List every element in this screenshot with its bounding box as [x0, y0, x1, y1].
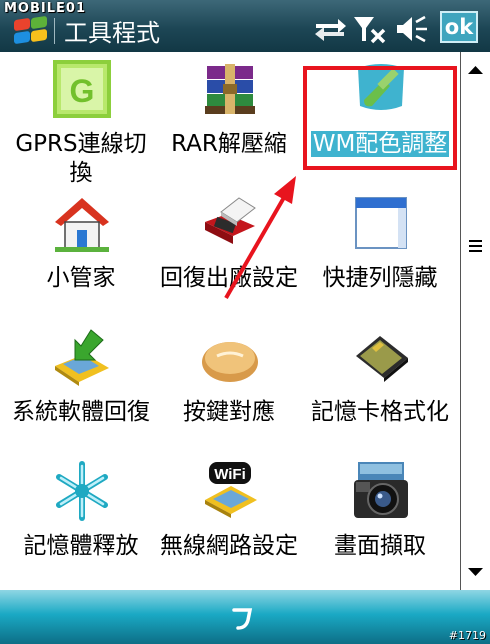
page-title: 工具程式	[64, 19, 160, 47]
app-item-free-memory[interactable]: 記憶體釋放	[6, 454, 156, 588]
volume-icon[interactable]	[394, 14, 430, 44]
install-arrow-icon	[55, 329, 109, 386]
app-label: 無線網路設定	[160, 533, 298, 559]
start-menu-icon[interactable]	[10, 15, 50, 47]
camera-icon	[354, 462, 408, 518]
house-icon	[55, 198, 109, 252]
signal-off-icon[interactable]	[352, 14, 388, 44]
app-item-key-mapping[interactable]: 按鍵對應	[154, 320, 304, 454]
sync-arrows-icon[interactable]	[312, 14, 348, 44]
image-id-label: #1719	[448, 629, 486, 642]
app-label: RAR解壓縮	[171, 131, 287, 157]
app-label: 快捷列隱藏	[322, 265, 438, 291]
app-item-factory-reset[interactable]: 回復出廠設定	[154, 186, 304, 320]
app-label: 按鍵對應	[183, 399, 275, 425]
window-icon	[355, 197, 407, 249]
svg-text:WiFi: WiFi	[214, 466, 246, 483]
wifi-icon: WiFi	[205, 462, 257, 518]
bottom-softkey-bar: #1719	[0, 590, 490, 644]
app-item-system-restore[interactable]: 系統軟體回復	[6, 320, 156, 454]
memory-card-icon	[356, 336, 408, 382]
gprs-g-icon: G	[53, 60, 111, 118]
ok-button[interactable]: ok	[440, 11, 478, 43]
app-label: GPRS連線切換	[15, 131, 147, 186]
app-label: 系統軟體回復	[12, 399, 150, 425]
app-item-hide-taskbar[interactable]: 快捷列隱藏	[305, 186, 455, 320]
app-item-screenshot[interactable]: 畫面擷取	[305, 454, 455, 588]
annotation-highlight-box	[303, 66, 457, 170]
app-label: 畫面擷取	[334, 533, 426, 559]
title-bar: MOBILE01 工具程式 ok	[0, 0, 490, 52]
app-label: 記憶體釋放	[23, 533, 139, 559]
app-item-gprs[interactable]: G GPRS連線切換	[6, 52, 156, 186]
bread-key-icon	[202, 342, 258, 382]
scroll-down-arrow-icon[interactable]	[461, 558, 490, 586]
app-label: 記憶卡格式化	[311, 399, 449, 425]
eraser-device-icon	[205, 197, 256, 244]
scroll-up-arrow-icon[interactable]	[461, 56, 490, 84]
app-label: 小管家	[46, 265, 116, 291]
app-item-format-card[interactable]: 記憶卡格式化	[305, 320, 455, 454]
back-softkey-icon[interactable]	[222, 598, 262, 636]
app-item-wireless[interactable]: WiFi 無線網路設定	[154, 454, 304, 588]
program-grid: G GPRS連線切換 RAR解壓縮 WM配色調整 小管家 回復出廠設定 快捷列隱…	[0, 52, 460, 590]
vertical-scrollbar[interactable]	[460, 52, 490, 590]
app-label: 回復出廠設定	[160, 265, 298, 291]
scroll-thumb[interactable]	[461, 132, 490, 362]
snowflake-icon	[56, 461, 108, 521]
rar-archive-icon	[205, 64, 255, 114]
title-separator	[54, 18, 55, 44]
svg-text:G: G	[70, 73, 95, 109]
app-item-rar[interactable]: RAR解壓縮	[154, 52, 304, 186]
app-item-housekeeper[interactable]: 小管家	[6, 186, 156, 320]
